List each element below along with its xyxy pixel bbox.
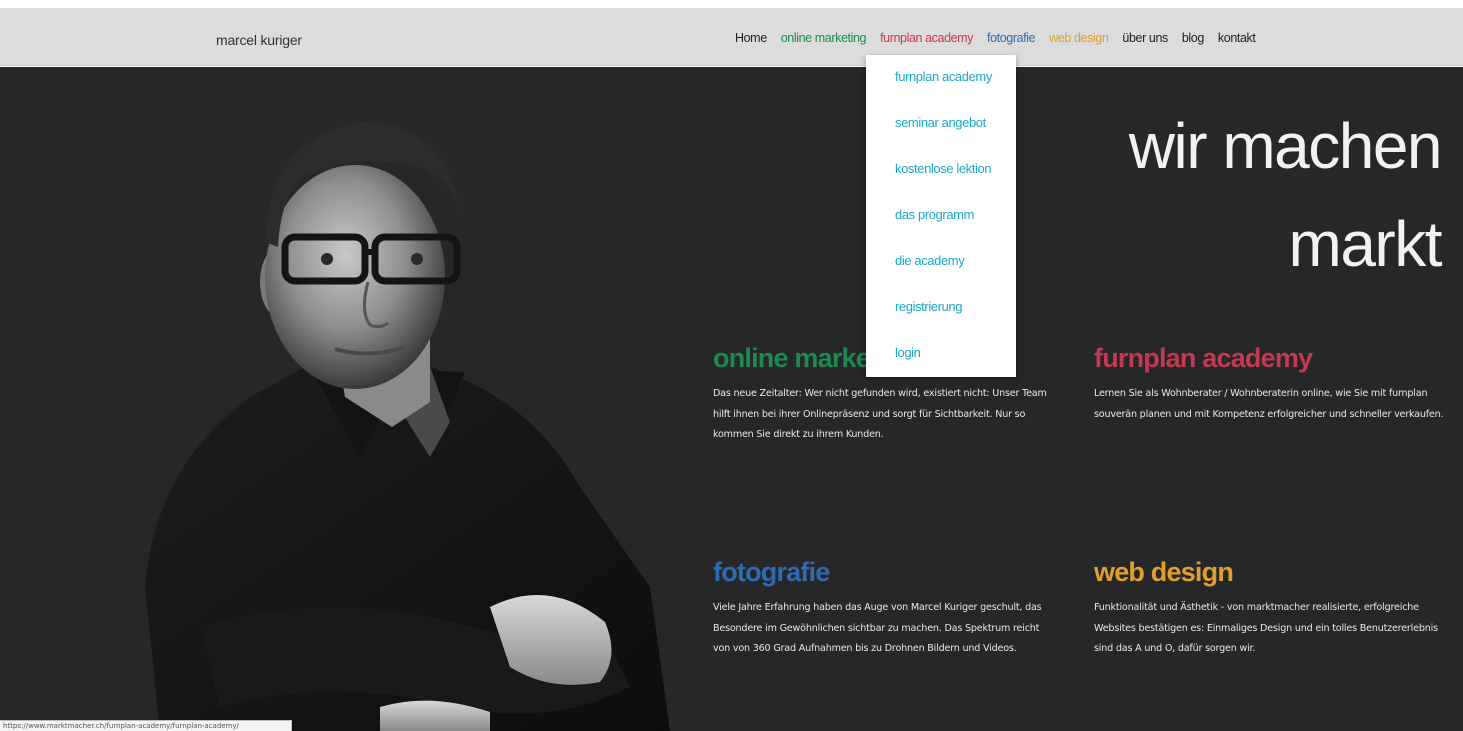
portrait-photo: [145, 122, 670, 731]
nav-furnplan-academy[interactable]: furnplan academy: [880, 31, 973, 45]
dropdown-item-kostenlose-lektion[interactable]: kostenlose lektion: [895, 161, 992, 176]
hero-section: wir machen markt online marketing Das ne…: [0, 67, 1463, 731]
block-fotografie: fotografie Viele Jahre Erfahrung haben d…: [713, 557, 1058, 660]
nav-web-design[interactable]: web design: [1049, 31, 1109, 45]
dropdown-item-das-programm[interactable]: das programm: [895, 207, 974, 222]
block-text: Funktionalität und Ästhetik - von marktm…: [1094, 602, 1438, 654]
nav-blog[interactable]: blog: [1182, 31, 1204, 45]
dropdown-item-seminar-angebot[interactable]: seminar angebot: [895, 115, 986, 130]
site-logo[interactable]: marcel kuriger: [216, 32, 302, 48]
block-title[interactable]: web design: [1094, 557, 1454, 588]
site-header: marcel kuriger Home online marketing fur…: [0, 8, 1463, 66]
main-nav: Home online marketing furnplan academy f…: [735, 31, 1256, 45]
nav-fotografie[interactable]: fotografie: [987, 31, 1036, 45]
dropdown-item-registrierung[interactable]: registrierung: [895, 299, 962, 314]
block-text: Lernen Sie als Wohnberater / Wohnberater…: [1094, 388, 1444, 420]
dropdown-item-login[interactable]: login: [895, 345, 921, 360]
nav-home[interactable]: Home: [735, 31, 767, 45]
nav-online-marketing[interactable]: online marketing: [781, 31, 867, 45]
block-title[interactable]: furnplan academy: [1094, 343, 1454, 374]
block-text: Das neue Zeitalter: Wer nicht gefunden w…: [713, 388, 1047, 440]
browser-status-url: https://www.marktmacher.ch/furnplan-acad…: [0, 720, 292, 731]
block-title[interactable]: fotografie: [713, 557, 1058, 588]
page: marcel kuriger Home online marketing fur…: [0, 0, 1463, 731]
dropdown-item-furnplan-academy[interactable]: furnplan academy: [895, 69, 992, 84]
block-web-design: web design Funktionalität und Ästhetik -…: [1094, 557, 1454, 660]
nav-ueber-uns[interactable]: über uns: [1122, 31, 1168, 45]
nav-kontakt[interactable]: kontakt: [1218, 31, 1256, 45]
furnplan-academy-dropdown: furnplan academy seminar angebot kostenl…: [866, 55, 1016, 377]
block-furnplan-academy: furnplan academy Lernen Sie als Wohnbera…: [1094, 343, 1454, 425]
block-text: Viele Jahre Erfahrung haben das Auge von…: [713, 602, 1042, 654]
dropdown-item-die-academy[interactable]: die academy: [895, 253, 965, 268]
